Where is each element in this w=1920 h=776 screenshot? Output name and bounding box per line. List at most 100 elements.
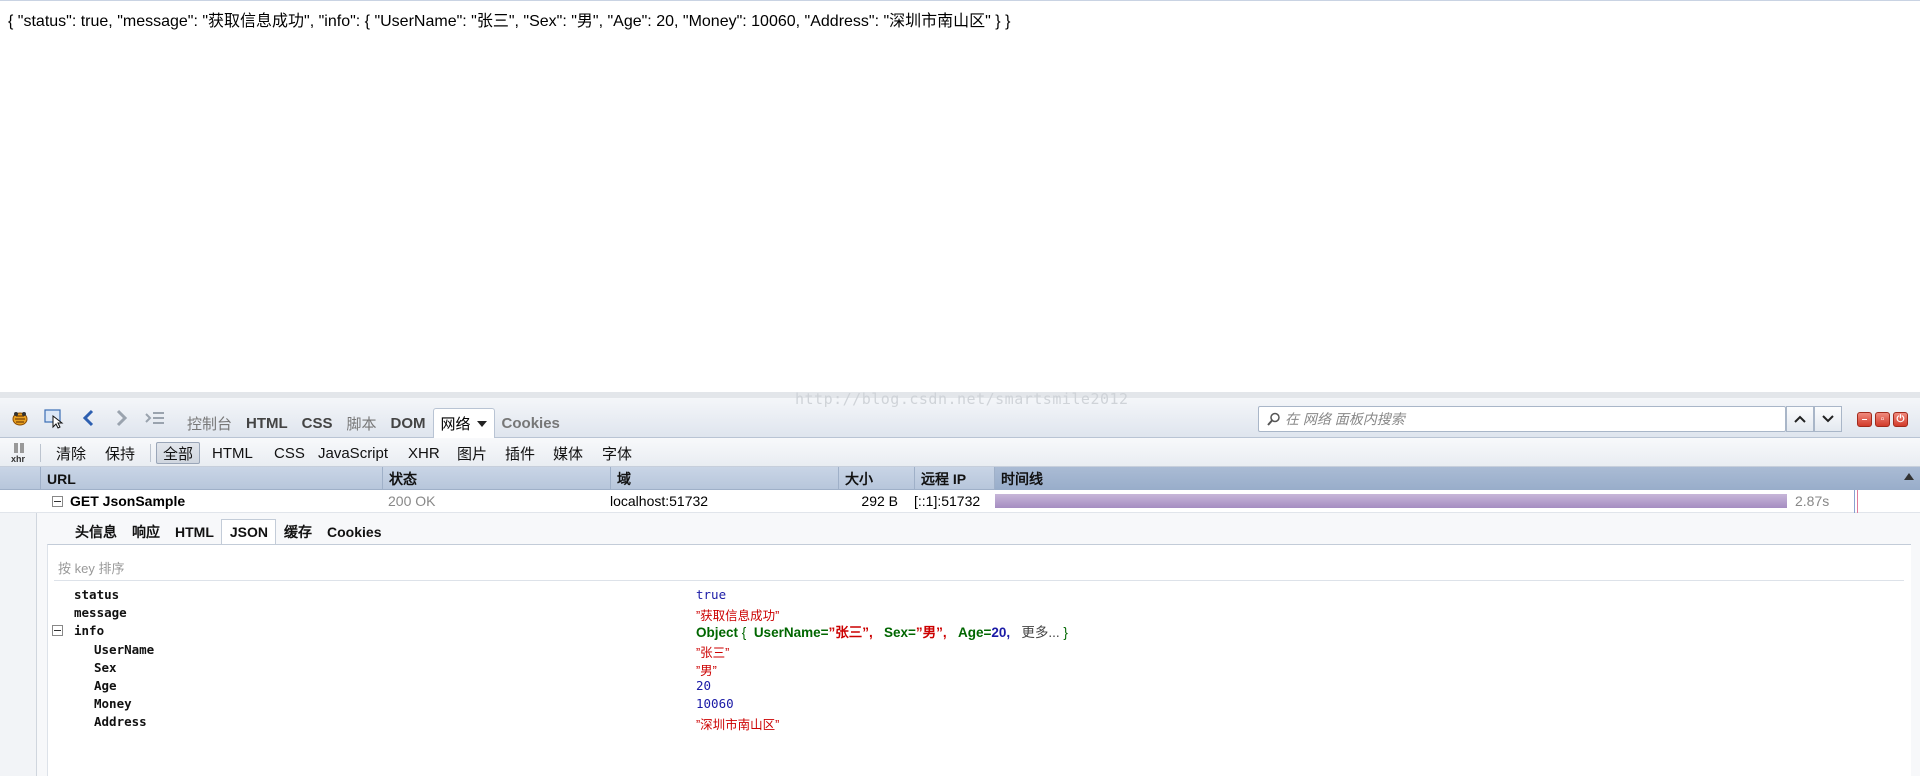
filter-all[interactable]: 全部 (156, 442, 201, 464)
filter-plugins[interactable]: 插件 (499, 442, 541, 464)
filter-images[interactable]: 图片 (451, 442, 493, 464)
header-timeline-label: 时间线 (1001, 470, 1043, 487)
filter-media[interactable]: 媒体 (547, 442, 589, 464)
request-detail: 头信息 响应 HTML JSON 缓存 Cookies 按 key 排序 sta… (36, 513, 1920, 776)
tab-script[interactable]: 脚本 (340, 408, 384, 438)
json-key: Age (94, 678, 117, 693)
page-content: { "status": true, "message": "获取信息成功", "… (0, 0, 1920, 392)
command-line-icon[interactable] (144, 407, 166, 429)
tab-json[interactable]: JSON (220, 519, 277, 544)
header-domain[interactable]: 域 (610, 467, 832, 490)
json-object-summary[interactable]: Object { UserName=”张三”, Sex=”男”, Age=20,… (696, 621, 1068, 641)
detach-icon: ▫ (1880, 413, 1885, 425)
header-status[interactable]: 状态 (382, 467, 604, 490)
inspect-icon[interactable] (43, 407, 65, 429)
header-remote-ip[interactable]: 远程 IP (914, 467, 992, 490)
tab-label: CSS (301, 414, 333, 432)
net-column-headers: URL 状态 域 大小 远程 IP 时间线 (0, 467, 1920, 490)
filter-xhr[interactable]: XHR (402, 442, 446, 464)
header-size[interactable]: 大小 (838, 467, 908, 490)
json-row-info[interactable]: info Object { UserName=”张三”, Sex=”男”, Ag… (48, 621, 1898, 641)
minimize-icon: – (1861, 413, 1868, 425)
search-next-button[interactable] (1814, 406, 1842, 432)
search-prev-button[interactable] (1786, 406, 1814, 432)
tab-label: HTML (246, 414, 288, 432)
tab-css[interactable]: CSS (295, 408, 340, 438)
sort-by-key-link[interactable]: 按 key 排序 (58, 558, 124, 577)
xhr-label: xhr (11, 454, 26, 464)
json-key: status (74, 587, 120, 602)
filter-fonts[interactable]: 字体 (596, 442, 638, 464)
filter-html[interactable]: HTML (206, 442, 259, 464)
close-button[interactable]: ⏻ (1893, 412, 1908, 427)
back-icon[interactable] (78, 407, 100, 429)
tab-dom[interactable]: DOM (384, 408, 433, 438)
summary-key: UserName= (753, 625, 829, 640)
summary-key: Age= (957, 625, 992, 640)
tab-response[interactable]: 响应 (124, 519, 167, 544)
tab-cache[interactable]: 缓存 (276, 519, 319, 544)
tab-label: 脚本 (346, 415, 377, 433)
detach-button[interactable]: ▫ (1875, 412, 1890, 427)
header-timeline[interactable]: 时间线 (994, 467, 1920, 490)
watermark-text: http://blog.csdn.net/smartsmile2012 (795, 390, 1129, 408)
summary-value: 20, (991, 625, 1011, 640)
net-toolbar: xhr 清除 保持 全部 HTML CSS JavaScript XHR 图片 … (0, 438, 1920, 467)
tab-headers[interactable]: 头信息 (67, 519, 124, 544)
tab-console[interactable]: 控制台 (180, 408, 239, 438)
persist-button[interactable]: 保持 (99, 442, 141, 464)
request-status: 200 OK (388, 493, 436, 509)
divider (54, 580, 1904, 581)
collapse-icon[interactable] (52, 495, 63, 507)
tab-net[interactable]: 网络 (432, 408, 495, 438)
chevron-down-icon[interactable] (476, 420, 487, 427)
object-brace: } (1063, 625, 1068, 640)
tab-label: 控制台 (187, 415, 233, 433)
filter-css[interactable]: CSS (268, 442, 311, 464)
xhr-breakpoint-icon[interactable]: xhr (11, 441, 33, 465)
sort-up-icon (1904, 473, 1914, 480)
json-row: Money 10060 (48, 694, 1898, 712)
search-input[interactable] (1285, 409, 1775, 429)
firebug-icon[interactable] (9, 407, 31, 429)
filter-javascript[interactable]: JavaScript (312, 442, 394, 464)
tab-label: DOM (390, 414, 426, 432)
tab-detail-cookies[interactable]: Cookies (319, 519, 388, 544)
close-icon: ⏻ (1896, 413, 1905, 425)
json-row: message ”获取信息成功” (48, 603, 1898, 623)
json-row: Address ”深圳市南山区” (48, 712, 1898, 732)
minimize-button[interactable]: – (1857, 412, 1872, 427)
request-url-text: GET JsonSample (70, 493, 186, 509)
panel-tabs: 控制台 HTML CSS 脚本 DOM 网络 Cookies (180, 408, 567, 438)
load-marker (1857, 490, 1858, 513)
json-key: Address (94, 714, 147, 729)
summary-value: ”男”, (915, 625, 947, 640)
chevron-down-icon (1822, 415, 1834, 423)
json-value: 10060 (696, 696, 734, 711)
json-row: status true (48, 585, 1898, 603)
clear-button[interactable]: 清除 (50, 442, 92, 464)
header-url[interactable]: URL (40, 467, 376, 490)
json-row: Sex ”男” (48, 658, 1898, 678)
summary-value: ”张三”, (828, 625, 873, 640)
tab-detail-html[interactable]: HTML (167, 519, 221, 544)
json-value: ”深圳市南山区” (696, 718, 780, 732)
object-prefix: Object (696, 625, 739, 640)
request-domain: localhost:51732 (610, 493, 709, 509)
request-row[interactable]: GET JsonSample 200 OK localhost:51732 29… (0, 490, 1920, 513)
search-icon (1267, 412, 1280, 426)
chevron-up-icon (1794, 415, 1806, 423)
net-search-box (1258, 406, 1786, 432)
request-size: 292 B (861, 493, 898, 509)
json-row: UserName ”张三” (48, 640, 1898, 660)
tab-html[interactable]: HTML (239, 408, 295, 438)
json-key: Money (94, 696, 132, 711)
tab-cookies[interactable]: Cookies (495, 408, 567, 438)
request-url[interactable]: GET JsonSample (52, 490, 185, 512)
timeline-bar[interactable] (995, 494, 1787, 508)
raw-json-text: { "status": true, "message": "获取信息成功", "… (8, 13, 1011, 30)
collapse-icon[interactable] (52, 625, 63, 636)
more-link[interactable]: 更多... (1021, 625, 1059, 640)
forward-icon[interactable] (110, 407, 132, 429)
json-key: info (74, 623, 105, 638)
